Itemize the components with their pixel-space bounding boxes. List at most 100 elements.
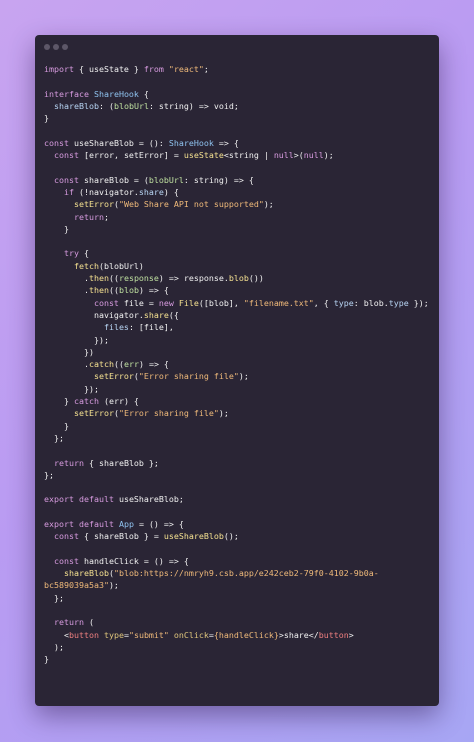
code-line: }); (44, 334, 435, 346)
code-line: export default App = () => { (44, 518, 435, 530)
code-token: }) (44, 346, 94, 357)
code-token: { shareBlob } = (78, 531, 164, 542)
window-titlebar (35, 35, 439, 59)
code-token: ( (83, 617, 94, 628)
code-token: { shareBlob }; (83, 457, 159, 468)
code-token: type (333, 297, 354, 308)
code-line: navigator.share({ (44, 309, 435, 321)
code-token: ) => response. (158, 273, 229, 284)
code-token: useShareBlob (163, 531, 224, 542)
window-control-dot-1[interactable] (44, 44, 50, 50)
window-control-dot-2[interactable] (53, 44, 59, 50)
code-token: (); (223, 531, 239, 542)
code-token: onClick (173, 629, 209, 640)
code-line: shareBlob("blob:https://nmryh9.csb.app/e… (44, 567, 435, 579)
code-token: (( (108, 273, 119, 284)
code-token: const (44, 137, 69, 148)
code-line: }; (44, 592, 435, 604)
code-token: setError (73, 199, 114, 210)
code-token: return (54, 457, 84, 468)
code-token: export (44, 518, 74, 529)
code-token: handleClick = () => { (78, 555, 189, 566)
code-line: const [error, setError] = useState<strin… (44, 149, 435, 161)
code-token: share (143, 309, 169, 320)
code-line: setError("Error sharing file"); (44, 370, 435, 382)
code-token: "react" (168, 64, 204, 74)
code-token: type (103, 629, 124, 640)
code-token: blobUrl (148, 174, 184, 185)
code-line: ); (44, 641, 435, 653)
code-token: try (63, 248, 79, 259)
code-line: }; (44, 469, 435, 481)
code-token: ; (203, 64, 209, 74)
window-control-dot-3[interactable] (62, 44, 68, 50)
code-token: from (143, 64, 164, 74)
code-token: default (78, 518, 114, 529)
code-line: } (44, 223, 435, 235)
code-token: "Error sharing file" (118, 408, 219, 419)
code-line: .then((response) => response.blob()) (44, 272, 435, 284)
code-line: <button type="submit" onClick={handleCli… (44, 629, 435, 641)
code-token: then (88, 285, 109, 296)
code-token: navigator. (44, 309, 144, 320)
code-token: ) => { (138, 285, 169, 296)
code-token: catch (73, 396, 99, 407)
code-token: (blobUrl) (98, 260, 144, 271)
code-token: "blob:https://nmryh9.csb.app/e242ceb2-79… (113, 568, 379, 579)
code-token: ); (218, 408, 229, 419)
code-token: setError (73, 408, 114, 419)
code-line: } (44, 420, 435, 432)
code-token: (err) { (98, 396, 139, 407)
code-token: shareBlob (54, 100, 99, 111)
code-token: null (273, 150, 294, 161)
code-token: ) { (163, 186, 179, 197)
code-token: File (178, 297, 199, 308)
code-line: files: [file], (44, 321, 435, 333)
code-token: return (54, 617, 84, 628)
code-block: import { useState } from "react"; interf… (44, 63, 435, 666)
code-token: default (78, 494, 114, 505)
code-line: const useShareBlob = (): ShareHook => { (44, 137, 435, 149)
code-token: : [file], (128, 322, 174, 333)
code-line: }); (44, 383, 435, 395)
code-line: .catch((err) => { (44, 358, 435, 370)
code-token: export (44, 494, 74, 505)
code-token: }); (44, 383, 99, 394)
code-token: type (388, 297, 409, 308)
code-token: const (54, 531, 79, 542)
code-line: const file = new File([blob], "filename.… (44, 297, 435, 309)
code-token: then (88, 273, 109, 284)
code-token: . (44, 359, 89, 370)
code-token: >share</ (278, 629, 319, 640)
code-token: bc589039a5a3" (44, 580, 109, 591)
code-token: ); (238, 371, 249, 382)
code-token: useShareBlob = (): (68, 137, 169, 148)
code-token: button (68, 629, 99, 640)
code-line: const { shareBlob } = useShareBlob(); (44, 530, 435, 542)
code-line: } (44, 112, 435, 124)
code-token: blob (118, 285, 139, 296)
code-token: const (54, 555, 79, 566)
code-token: <string | (223, 150, 274, 161)
code-token: }; (44, 432, 64, 443)
code-token: > (348, 629, 354, 640)
code-line: return { shareBlob }; (44, 457, 435, 469)
code-line: } (44, 653, 435, 665)
code-token: shareBlob (63, 568, 109, 579)
code-token: blobUrl (113, 100, 149, 111)
code-line: }; (44, 432, 435, 444)
code-line: const handleClick = () => { (44, 555, 435, 567)
code-token: (!navigator. (73, 186, 139, 197)
code-line: setError("Error sharing file"); (44, 407, 435, 419)
